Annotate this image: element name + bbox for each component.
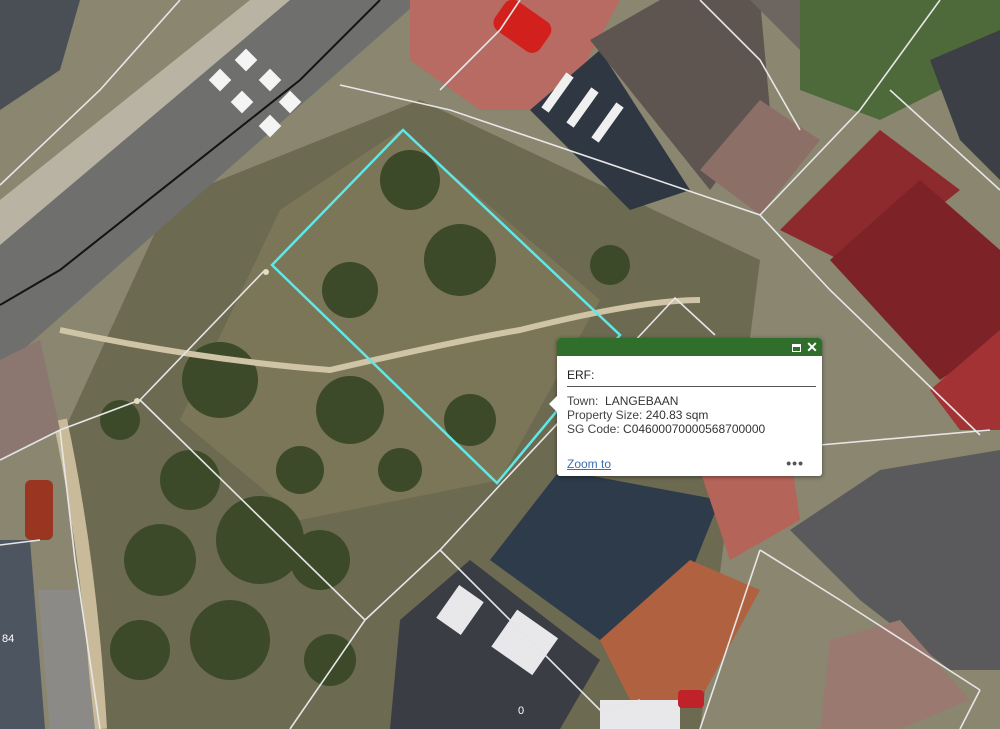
- field-value: C04600070000568700000: [623, 422, 766, 436]
- popup-header: ✕: [557, 338, 822, 356]
- close-icon[interactable]: ✕: [804, 339, 820, 355]
- feature-popup: ✕ ERF: Town: LANGEBAAN Property Size: 24…: [549, 338, 822, 476]
- field-label: Property Size:: [567, 408, 643, 422]
- field-value: 240.83 sqm: [645, 408, 709, 422]
- aerial-map[interactable]: 84 0: [0, 0, 1000, 729]
- popup-fields: Town: LANGEBAAN Property Size: 240.83 sq…: [567, 394, 765, 436]
- field-value: LANGEBAAN: [605, 394, 679, 408]
- parcel-label-0: 0: [518, 705, 524, 717]
- boundary-vertex: [134, 398, 140, 404]
- popup-pointer: [549, 396, 557, 412]
- popup-divider: [567, 386, 816, 387]
- zoom-to-link[interactable]: Zoom to: [567, 457, 611, 471]
- red-car-bottom: [678, 690, 704, 708]
- field-town: Town: LANGEBAAN: [567, 394, 765, 408]
- parcel-label-84: 84: [2, 633, 14, 645]
- field-label: SG Code:: [567, 422, 620, 436]
- field-sg-code: SG Code: C04600070000568700000: [567, 422, 765, 436]
- maximize-icon[interactable]: [788, 339, 804, 355]
- field-label: Town:: [567, 394, 599, 408]
- popup-title: ERF:: [567, 368, 595, 382]
- car-left: [25, 480, 53, 540]
- boundary-vertex: [263, 269, 269, 275]
- more-options-button[interactable]: •••: [786, 455, 804, 471]
- field-property-size: Property Size: 240.83 sqm: [567, 408, 765, 422]
